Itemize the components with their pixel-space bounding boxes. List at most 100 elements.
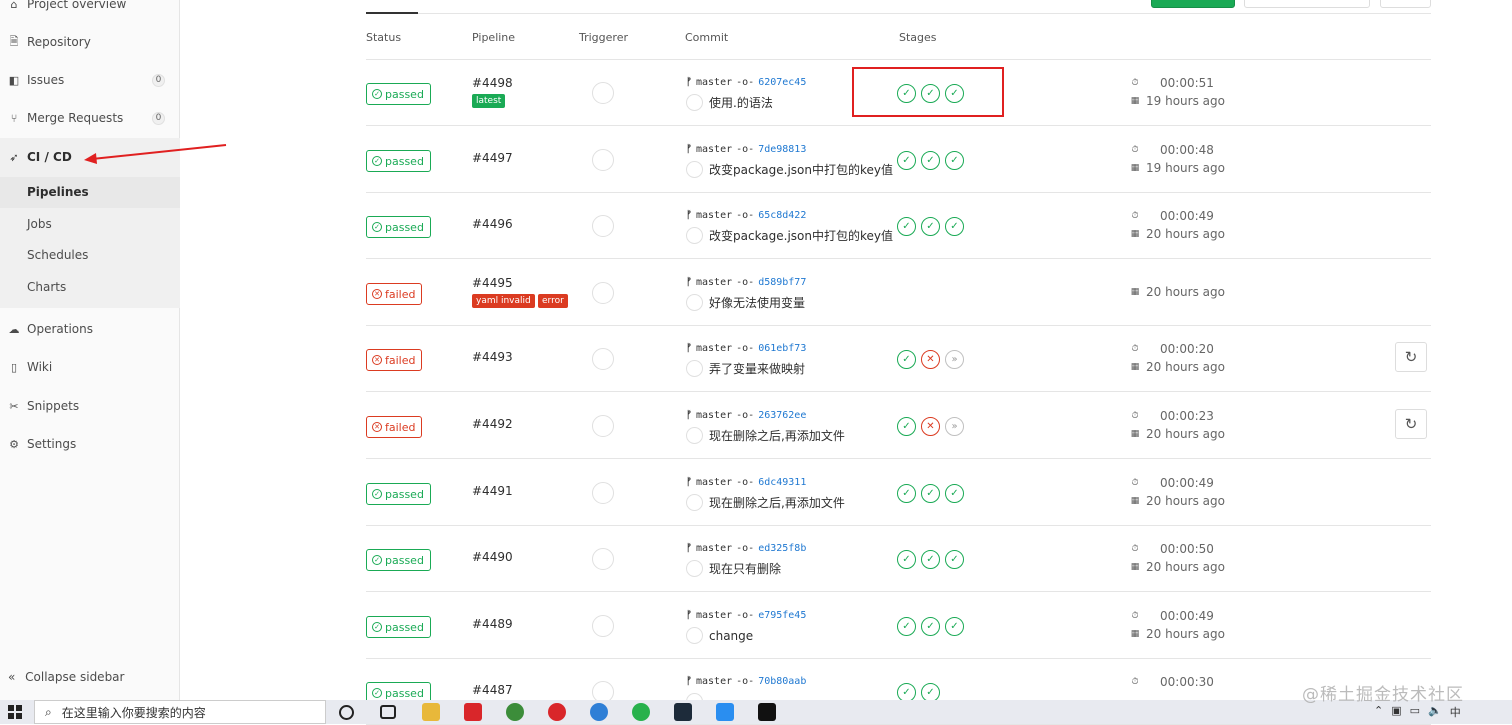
chrome-icon[interactable] [506,703,524,721]
branch-link[interactable]: master [696,410,732,421]
stage-success-icon[interactable]: ✓ [945,617,964,636]
triggerer-avatar[interactable] [592,149,614,171]
commit-sha-link[interactable]: ed325f8b [758,543,806,554]
triggerer-avatar[interactable] [592,415,614,437]
author-avatar[interactable] [686,494,703,511]
commit-sha-link[interactable]: 70b80aab [758,676,806,687]
stage-failed-icon[interactable]: ✕ [921,350,940,369]
author-avatar[interactable] [686,161,703,178]
stage-success-icon[interactable]: ✓ [945,484,964,503]
commit-sha-link[interactable]: 061ebf73 [758,343,806,354]
commit-sha-link[interactable]: e795fe45 [758,610,806,621]
author-avatar[interactable] [686,94,703,111]
commit-title-link[interactable]: 弄了变量来做映射 [709,360,805,377]
triggerer-avatar[interactable] [592,282,614,304]
triggerer-avatar[interactable] [592,482,614,504]
stage-success-icon[interactable]: ✓ [945,217,964,236]
branch-link[interactable]: master [696,676,732,687]
run-pipeline-button[interactable] [1151,0,1235,8]
sidebar-item-snippets[interactable]: ✂ Snippets [0,387,180,425]
author-avatar[interactable] [686,427,703,444]
pipeline-id-link[interactable]: #4489 [472,617,513,631]
author-avatar[interactable] [686,560,703,577]
pipeline-id-link[interactable]: #4490 [472,550,513,564]
sidebar-item-issues[interactable]: ◧ Issues 0 [0,61,180,99]
pipeline-id-link[interactable]: #4497 [472,151,513,165]
stage-success-icon[interactable]: ✓ [921,550,940,569]
stage-success-icon[interactable]: ✓ [897,617,916,636]
triggerer-avatar[interactable] [592,548,614,570]
branch-link[interactable]: master [696,343,732,354]
sidebar-item-operations[interactable]: ☁ Operations [0,310,180,348]
stage-success-icon[interactable]: ✓ [921,217,940,236]
branch-link[interactable]: master [696,144,732,155]
commit-title-link[interactable]: 现在删除之后,再添加文件 [709,427,845,444]
sidebar-subitem-pipelines[interactable]: Pipelines [27,182,89,202]
commit-sha-link[interactable]: 7de98813 [758,144,806,155]
status-badge[interactable]: ✓ passed [366,216,431,238]
pipeline-id-link[interactable]: #4492 [472,417,513,431]
commit-title-link[interactable]: 现在只有删除 [709,560,781,577]
stage-success-icon[interactable]: ✓ [921,484,940,503]
triggerer-avatar[interactable] [592,348,614,370]
sidebar-subitem-schedules[interactable]: Schedules [27,245,88,265]
status-badge[interactable]: ✓ passed [366,150,431,172]
stage-success-icon[interactable]: ✓ [897,217,916,236]
commit-sha-link[interactable]: 65c8d422 [758,210,806,221]
commit-title-link[interactable]: 改变package.json中打包的key值 [709,161,893,178]
commit-sha-link[interactable]: 6dc49311 [758,477,806,488]
stage-skipped-icon[interactable]: » [945,350,964,369]
stage-success-icon[interactable]: ✓ [945,151,964,170]
branch-link[interactable]: master [696,543,732,554]
pipeline-id-link[interactable]: #4493 [472,350,513,364]
commit-sha-link[interactable]: 263762ee [758,410,806,421]
retry-button[interactable]: ↻ [1395,342,1427,372]
pipeline-id-link[interactable]: #4495 [472,276,513,290]
author-avatar[interactable] [686,627,703,644]
feishu-icon[interactable] [590,703,608,721]
commit-title-link[interactable]: 使用.的语法 [709,94,773,111]
ci-lint-button[interactable] [1380,0,1431,8]
tray-app-icon[interactable]: ▣ [1391,704,1401,720]
collapse-sidebar-button[interactable]: « Collapse sidebar [8,670,124,684]
sidebar-item-wiki[interactable]: ▯ Wiki [0,348,180,386]
chevron-up-icon[interactable]: ⌃ [1374,704,1383,720]
network-icon[interactable]: ▭ [1410,704,1420,720]
vscode-icon[interactable] [716,703,734,721]
commit-title-link[interactable]: 改变package.json中打包的key值 [709,227,893,244]
stage-success-icon[interactable]: ✓ [897,151,916,170]
branch-link[interactable]: master [696,210,732,221]
stage-success-icon[interactable]: ✓ [897,350,916,369]
sidebar-subitem-jobs[interactable]: Jobs [27,214,52,234]
pipeline-id-link[interactable]: #4496 [472,217,513,231]
branch-link[interactable]: master [696,277,732,288]
stage-skipped-icon[interactable]: » [945,417,964,436]
pipeline-id-link[interactable]: #4491 [472,484,513,498]
retry-button[interactable]: ↻ [1395,409,1427,439]
pipeline-id-link[interactable]: #4498 [472,76,513,90]
clear-cache-button[interactable] [1244,0,1370,8]
sidebar-item-repository[interactable]: 🗎 Repository [0,23,180,61]
stage-success-icon[interactable]: ✓ [897,417,916,436]
author-avatar[interactable] [686,360,703,377]
status-badge[interactable]: ✕ failed [366,349,423,371]
app-icon-red[interactable] [464,703,482,721]
stage-success-icon[interactable]: ✓ [945,550,964,569]
status-badge[interactable]: ✓ passed [366,83,431,105]
sidebar-subitem-charts[interactable]: Charts [27,277,66,297]
commit-sha-link[interactable]: 6207ec45 [758,77,806,88]
pipeline-id-link[interactable]: #4487 [472,683,513,697]
branch-link[interactable]: master [696,77,732,88]
commit-title-link[interactable]: 好像无法使用变量 [709,294,805,311]
triggerer-avatar[interactable] [592,82,614,104]
sidebar-item-settings[interactable]: ⚙ Settings [0,425,180,463]
cortana-icon[interactable] [339,705,354,720]
stage-failed-icon[interactable]: ✕ [921,417,940,436]
sidebar-item-project-overview[interactable]: ⌂ Project overview [0,0,180,23]
commit-title-link[interactable]: change [709,629,753,643]
terminal-icon[interactable] [758,703,776,721]
status-badge[interactable]: ✓ passed [366,549,431,571]
author-avatar[interactable] [686,294,703,311]
author-avatar[interactable] [686,227,703,244]
stage-success-icon[interactable]: ✓ [897,550,916,569]
